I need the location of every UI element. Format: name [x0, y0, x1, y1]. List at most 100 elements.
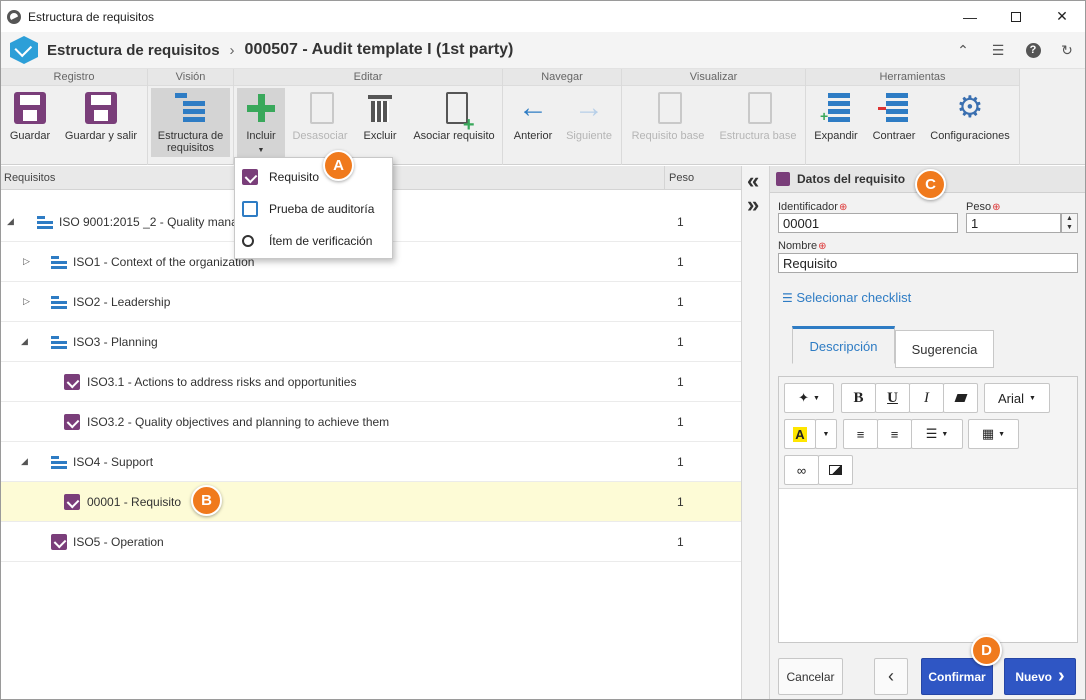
italic-icon: I — [924, 389, 929, 406]
font-family-select[interactable]: Arial ▼ — [984, 383, 1050, 413]
base-requirement-button[interactable]: Requisito base — [628, 88, 708, 142]
include-dropdown-menu: Requisito Prueba de auditoría Ítem de ve… — [234, 157, 393, 259]
collapse-header-icon[interactable]: ⌃ — [954, 41, 972, 59]
collapse-arrow-icon[interactable]: ◢ — [21, 456, 31, 466]
structure-icon — [51, 334, 67, 350]
table-button[interactable]: ▦ ▼ — [968, 419, 1019, 449]
collapse-arrow-icon[interactable]: ◢ — [21, 336, 31, 346]
identifier-field[interactable] — [778, 213, 958, 233]
double-chevron-left-icon[interactable]: « — [747, 170, 759, 192]
identifier-label: Identificador⊕ — [778, 201, 848, 213]
expand-button[interactable]: + Expandir — [812, 88, 860, 142]
tree-row[interactable]: ISO3.1 - Actions to address risks and op… — [1, 362, 741, 402]
underline-button[interactable]: U — [875, 383, 910, 413]
maximize-button[interactable] — [993, 1, 1039, 32]
group-title: Visión — [148, 69, 233, 86]
numbered-list-button[interactable]: ≡ — [877, 419, 912, 449]
image-button[interactable] — [818, 455, 853, 485]
refresh-icon[interactable]: ↻ — [1058, 41, 1076, 59]
requirement-icon — [242, 169, 258, 185]
menu-item-audit-test[interactable]: Prueba de auditoría — [235, 193, 392, 225]
name-field[interactable] — [778, 253, 1078, 273]
italic-button[interactable]: I — [909, 383, 944, 413]
bold-icon: B — [853, 389, 864, 406]
align-button[interactable]: ☰ ▼ — [911, 419, 963, 449]
tree-row[interactable]: ▷ ISO2 - Leadership 1 — [1, 282, 741, 322]
tab-sugerencia[interactable]: Sugerencia — [895, 330, 994, 368]
link-button[interactable]: ∞ — [784, 455, 819, 485]
menu-item-verification[interactable]: Ítem de verificación — [235, 225, 392, 257]
include-button[interactable]: Incluir ▼ — [237, 88, 285, 157]
delete-button[interactable]: Excluir — [359, 88, 401, 142]
requirements-tree: ◢ ISO 9001:2015 _2 - Quality mana 1 ▷ IS… — [1, 190, 741, 699]
disassociate-icon — [310, 92, 334, 124]
structure-icon — [51, 254, 67, 270]
chevron-down-icon: ▼ — [822, 430, 830, 438]
disassociate-button[interactable]: Desasociar — [289, 88, 351, 142]
close-button[interactable]: ✕ — [1039, 1, 1085, 32]
trash-icon — [364, 92, 396, 124]
requirement-icon — [51, 534, 67, 550]
breadcrumb-separator: › — [229, 41, 235, 59]
breadcrumb-root[interactable]: Estructura de requisitos — [47, 42, 220, 59]
app-globe-icon — [7, 9, 21, 24]
list-icon: ☰ — [782, 291, 793, 305]
bullet-list-button[interactable]: ≡ — [843, 419, 878, 449]
double-chevron-right-icon[interactable]: » — [747, 194, 759, 216]
gear-icon: ⚙ — [956, 91, 984, 124]
window-title: Estructura de requisitos — [28, 9, 155, 24]
style-magic-button[interactable]: ✦ ▼ — [784, 383, 834, 413]
minimize-button[interactable]: — — [947, 1, 993, 32]
tree-row[interactable]: ◢ ISO4 - Support 1 — [1, 442, 741, 482]
tree-row[interactable]: ISO5 - Operation 1 — [1, 522, 741, 562]
settings-button[interactable]: ⚙ Configuraciones — [928, 88, 1012, 143]
close-icon: ✕ — [1056, 8, 1068, 24]
chevron-down-icon: ▼ — [1029, 394, 1036, 402]
base-requirement-icon — [658, 92, 682, 124]
column-requisitos[interactable]: Requisitos — [4, 172, 55, 184]
text-color-button[interactable]: A — [784, 419, 816, 449]
associate-requirement-button[interactable]: Asociar requisito — [410, 88, 498, 142]
tab-descripcion[interactable]: Descripción — [792, 326, 895, 364]
requirement-structure-view-button[interactable]: Estructura de requisitos — [151, 88, 230, 157]
menu-item-requisito[interactable]: Requisito — [235, 161, 392, 193]
save-button[interactable]: Guardar — [7, 88, 53, 142]
required-icon: ⊕ — [818, 241, 827, 252]
list-icon[interactable]: ☰ — [989, 41, 1007, 59]
link-icon: ∞ — [796, 462, 807, 478]
weight-stepper[interactable]: ▲ ▼ — [1061, 213, 1078, 233]
expand-arrow-icon[interactable]: ▷ — [23, 256, 33, 266]
select-checklist-link[interactable]: ☰ Selecionar checklist — [782, 290, 911, 305]
weight-field[interactable] — [966, 213, 1061, 233]
editor-toolbar: ✦ ▼ B U I Arial ▼ A ▼ ≡ ≡ ☰ ▼ ▦ ▼ ∞ — [779, 377, 1077, 489]
name-label: Nombre⊕ — [778, 240, 827, 252]
tree-row-selected[interactable]: 00001 - Requisito 1 — [1, 482, 741, 522]
cancel-button[interactable]: Cancelar — [778, 658, 843, 695]
structure-icon — [37, 214, 53, 230]
tree-row[interactable]: ◢ ISO3 - Planning 1 — [1, 322, 741, 362]
eraser-button[interactable] — [943, 383, 978, 413]
tree-structure-icon — [174, 92, 207, 124]
stepper-up-icon[interactable]: ▲ — [1062, 214, 1077, 223]
collapse-button[interactable]: Contraer — [870, 88, 918, 142]
bold-button[interactable]: B — [841, 383, 876, 413]
column-peso[interactable]: Peso — [664, 166, 741, 190]
previous-record-button[interactable]: ‹ — [874, 658, 908, 695]
group-registro: Registro Guardar Guardar y salir — [1, 69, 148, 165]
align-icon: ☰ — [925, 426, 938, 441]
new-button[interactable]: Nuevo › — [1004, 658, 1076, 695]
panel-splitter: « » — [741, 166, 770, 699]
base-structure-button[interactable]: Estructura base — [716, 88, 800, 142]
previous-button[interactable]: ← Anterior — [509, 88, 557, 143]
next-button[interactable]: → Siguiente — [563, 88, 615, 143]
stepper-down-icon[interactable]: ▼ — [1062, 223, 1077, 232]
collapse-arrow-icon[interactable]: ◢ — [7, 216, 17, 226]
expand-arrow-icon[interactable]: ▷ — [23, 296, 33, 306]
group-herramientas: Herramientas + Expandir Contraer ⚙ Confi… — [806, 69, 1020, 165]
help-icon[interactable]: ? — [1024, 41, 1042, 59]
page-title: 000507 - Audit template I (1st party) — [244, 41, 514, 58]
tree-row[interactable]: ISO3.2 - Quality objectives and planning… — [1, 402, 741, 442]
save-and-exit-button[interactable]: Guardar y salir — [61, 88, 141, 142]
minimize-icon: — — [963, 8, 977, 25]
text-color-dropdown[interactable]: ▼ — [815, 419, 837, 449]
